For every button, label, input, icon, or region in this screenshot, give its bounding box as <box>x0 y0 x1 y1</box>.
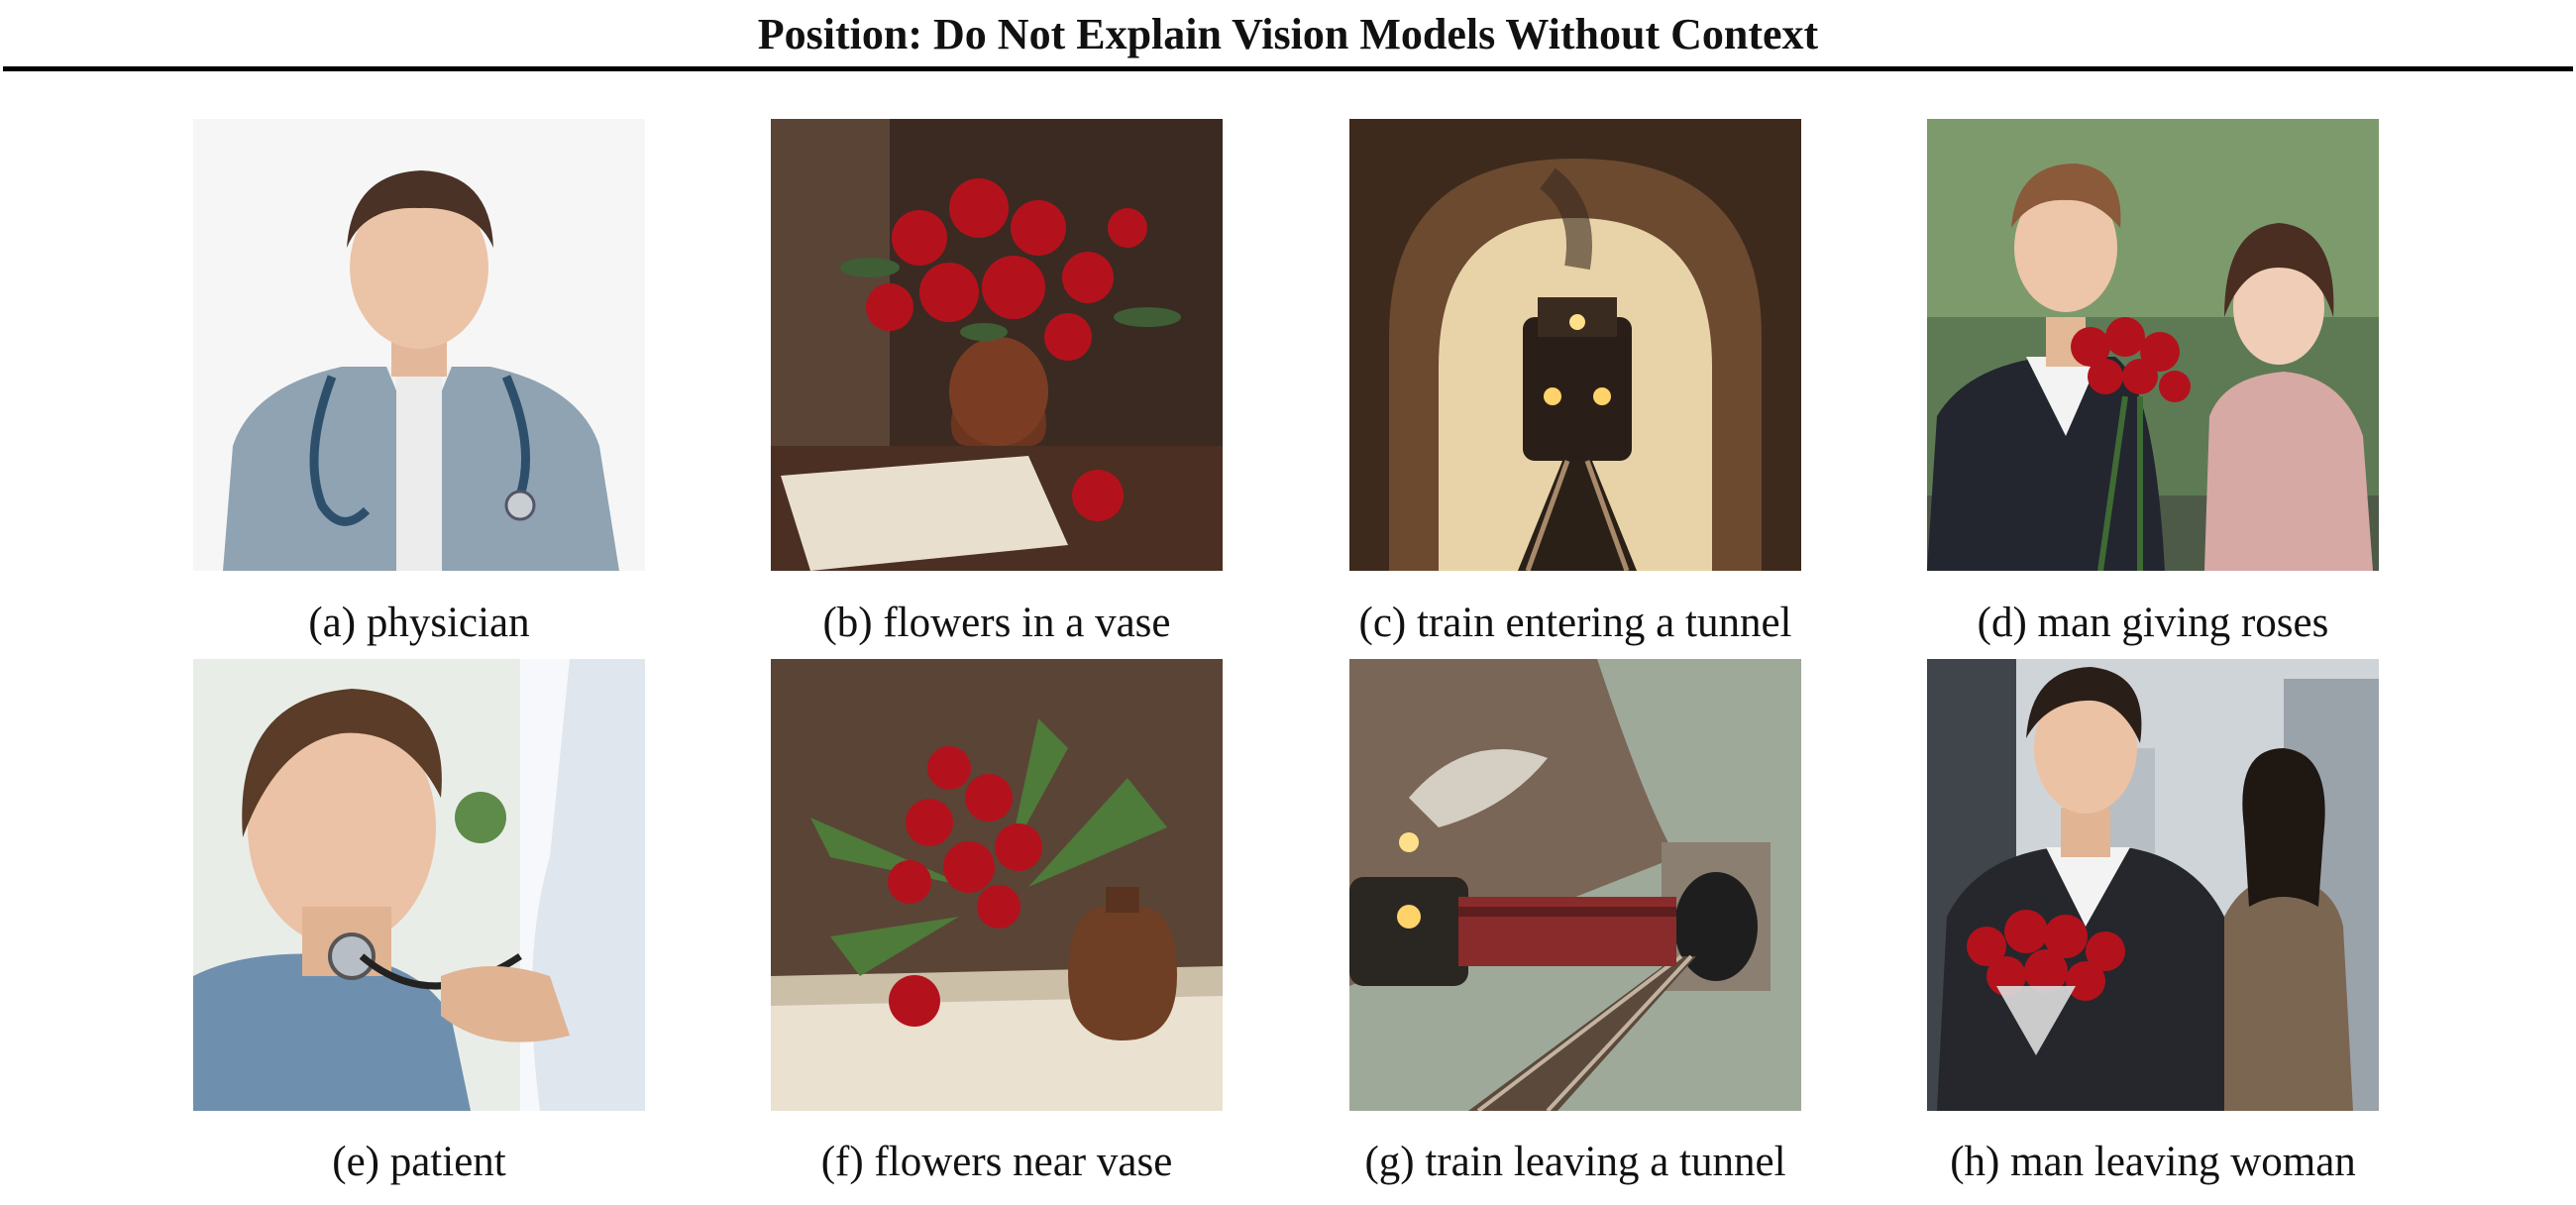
caption-e: (e) patient <box>332 1139 506 1185</box>
caption-f: (f) flowers near vase <box>820 1139 1173 1185</box>
image-train-entering-tunnel <box>1349 119 1801 571</box>
image-man-leaving-woman <box>1927 659 2379 1111</box>
caption-b: (b) flowers in a vase <box>822 600 1171 646</box>
caption-h: (h) man leaving woman <box>1950 1139 2356 1185</box>
image-flowers-in-vase <box>771 119 1223 571</box>
header-rule <box>3 66 2573 71</box>
image-man-giving-roses <box>1927 119 2379 571</box>
header-title: Position: Do Not Explain Vision Models W… <box>757 10 1819 58</box>
caption-c: (c) train entering a tunnel <box>1358 600 1792 646</box>
caption-a: (a) physician <box>308 600 530 646</box>
caption-d: (d) man giving roses <box>1977 600 2329 646</box>
image-train-leaving-tunnel <box>1349 659 1801 1111</box>
image-flowers-near-vase <box>771 659 1223 1111</box>
image-physician <box>193 119 645 571</box>
image-patient <box>193 659 645 1111</box>
caption-g: (g) train leaving a tunnel <box>1364 1139 1786 1185</box>
